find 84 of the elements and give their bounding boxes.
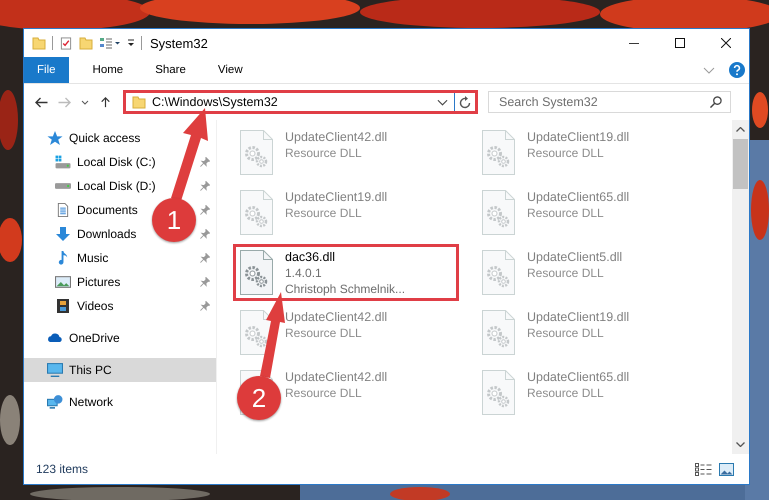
file-name: UpdateClient42.dll (285, 369, 388, 385)
back-icon[interactable] (35, 96, 48, 108)
ribbon-tab[interactable]: Home (78, 57, 138, 83)
dll-file-icon (482, 250, 515, 295)
customize-dropdown-icon[interactable] (127, 39, 135, 47)
help-icon[interactable] (729, 62, 745, 78)
nav-item[interactable]: Pictures (24, 270, 120, 294)
dll-file-icon (482, 190, 515, 235)
ribbon-tab[interactable]: Share (141, 57, 200, 83)
file-name: UpdateClient19.dll (285, 189, 388, 205)
file-name: UpdateClient42.dll (285, 309, 388, 325)
ribbon-tab[interactable]: File (24, 57, 69, 83)
nav-item[interactable]: Local Disk (C:) (24, 150, 156, 174)
dll-file-icon (482, 370, 515, 415)
scrollbar-thumb[interactable] (733, 139, 748, 189)
film-icon (55, 299, 71, 313)
download-icon (55, 227, 71, 241)
pin-icon[interactable] (200, 253, 210, 263)
file-name: UpdateClient5.dll (527, 249, 622, 265)
file-name: dac36.dll (285, 249, 336, 265)
file-name: UpdateClient65.dll (527, 189, 630, 205)
file-detail: Resource DLL (527, 325, 605, 341)
nav-item[interactable]: Downloads (24, 222, 136, 246)
expand-ribbon-icon[interactable] (703, 66, 715, 74)
address-bar[interactable]: C:\Windows\System32 (123, 90, 478, 114)
recent-locations-icon[interactable] (81, 100, 89, 104)
pin-icon[interactable] (200, 301, 210, 311)
file-detail: Resource DLL (285, 385, 363, 401)
nav-item[interactable]: This PC (24, 358, 216, 382)
file-detail: Christoph Schmelnik... (285, 281, 406, 297)
maximize-icon[interactable] (675, 38, 685, 48)
file-detail: Resource DLL (527, 205, 605, 221)
nav-item[interactable]: Quick access (24, 126, 140, 150)
nav-item[interactable]: Videos (24, 294, 114, 318)
file-name: UpdateClient19.dll (527, 309, 630, 325)
cloud-icon (47, 331, 63, 345)
close-icon[interactable] (721, 38, 731, 48)
view-options-icon[interactable] (99, 37, 121, 49)
file-detail: Resource DLL (527, 145, 605, 161)
pin-icon[interactable] (200, 205, 210, 215)
scrollbar[interactable] (732, 120, 749, 454)
file-detail: Resource DLL (285, 145, 363, 161)
up-icon[interactable] (99, 96, 112, 108)
search-icon[interactable] (710, 96, 722, 108)
pin-icon[interactable] (200, 229, 210, 239)
scroll-down-icon[interactable] (736, 442, 745, 447)
drive-icon (55, 155, 71, 169)
nav-item[interactable]: OneDrive (24, 326, 120, 350)
dll-file-icon (240, 250, 273, 295)
dll-file-icon (482, 130, 515, 175)
pin-icon[interactable] (200, 277, 210, 287)
search-field[interactable]: Search System32 (488, 91, 731, 113)
pin-icon[interactable] (200, 181, 210, 191)
nav-item[interactable]: Local Disk (D:) (24, 174, 156, 198)
ribbon-tab[interactable]: View (204, 57, 257, 83)
properties-icon[interactable] (59, 36, 73, 50)
window-title: System32 (150, 36, 208, 50)
nav-item[interactable]: Documents (24, 198, 138, 222)
nav-item[interactable]: Network (24, 390, 114, 414)
file-item[interactable]: dac36.dll 1.4.0.1 Christoph Schmelnik... (233, 244, 459, 301)
file-detail: Resource DLL (527, 265, 605, 281)
large-icons-view-icon[interactable] (718, 462, 735, 476)
star-icon (47, 131, 63, 145)
minimize-icon[interactable] (629, 42, 639, 44)
file-name: UpdateClient19.dll (527, 129, 630, 145)
file-name: UpdateClient42.dll (285, 129, 388, 145)
file-name: UpdateClient65.dll (527, 369, 630, 385)
file-detail: Resource DLL (285, 205, 363, 221)
dll-file-icon (482, 310, 515, 355)
computer-icon (47, 363, 63, 377)
scroll-up-icon[interactable] (736, 127, 745, 132)
pin-icon[interactable] (200, 157, 210, 167)
network-icon (47, 395, 63, 409)
dll-file-icon (240, 130, 273, 175)
dll-file-icon (240, 190, 273, 235)
item-count: 123 items (36, 462, 88, 476)
file-detail: Resource DLL (285, 325, 363, 341)
document-icon (55, 203, 71, 217)
details-view-icon[interactable] (695, 462, 712, 476)
file-detail: 1.4.0.1 (285, 265, 323, 281)
nav-item[interactable]: Music (24, 246, 108, 270)
drive-icon (55, 183, 71, 189)
file-detail: Resource DLL (527, 385, 605, 401)
pictures-icon (55, 275, 71, 289)
